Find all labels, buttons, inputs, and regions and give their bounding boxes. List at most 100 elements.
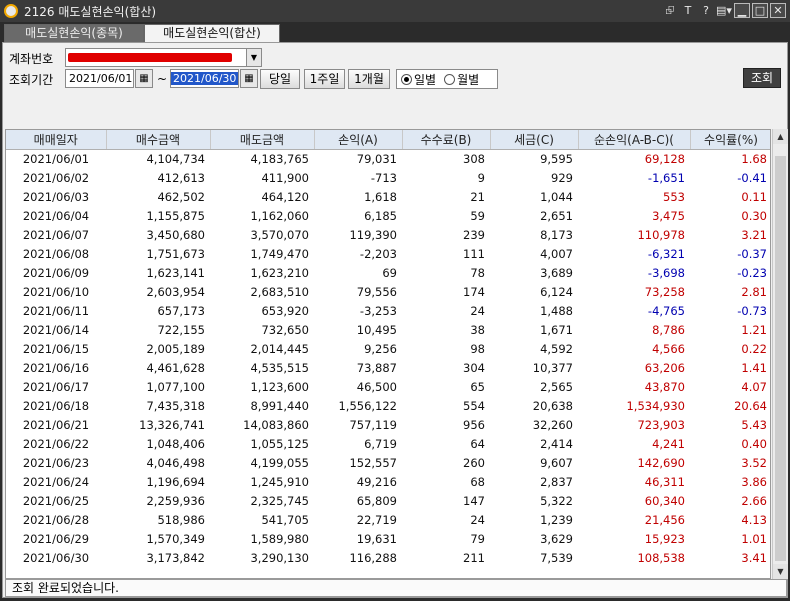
- table-row[interactable]: 2021/06/04 1,155,875 1,162,060 6,185 59 2,651…: [6, 206, 770, 225]
- date-from-input[interactable]: 2021/06/01: [65, 69, 134, 88]
- menu-icon[interactable]: ▤▾: [716, 3, 732, 18]
- scroll-down-icon[interactable]: ▼: [773, 564, 788, 579]
- column-header[interactable]: 매매일자: [6, 130, 107, 150]
- table-row[interactable]: 2021/06/01 4,104,734 4,183,765 79,031 308 9,5…: [6, 149, 770, 168]
- vertical-scrollbar[interactable]: ▲ ▼: [772, 129, 788, 579]
- column-header[interactable]: 수수료(B): [402, 130, 491, 150]
- table-cell: 541,705: [261, 512, 309, 527]
- query-button[interactable]: 조회: [743, 68, 781, 88]
- table-cell: 15,923: [644, 531, 685, 546]
- font-icon[interactable]: T: [680, 3, 696, 18]
- table-row[interactable]: 2021/06/29 1,570,349 1,589,980 19,631 79 3,62…: [6, 529, 770, 548]
- table-cell: 73,258: [644, 284, 685, 299]
- table-row[interactable]: 2021/06/21 13,326,741 14,083,860 757,119 956…: [6, 415, 770, 434]
- table-cell: -3,253: [359, 303, 397, 318]
- column-header[interactable]: 매도금액: [210, 130, 315, 150]
- table-cell: 4,046,498: [146, 455, 205, 470]
- table-cell: 4,199,055: [250, 455, 309, 470]
- table-row[interactable]: 2021/06/23 4,046,498 4,199,055 152,557 260 9,…: [6, 453, 770, 472]
- table-row[interactable]: 2021/06/11 657,173 653,920 -3,253 24 1,488 -4,…: [6, 301, 770, 320]
- one-month-button[interactable]: 1개월: [348, 69, 390, 89]
- table-row[interactable]: 2021/06/08 1,751,673 1,749,470 -2,203 111 4,0…: [6, 244, 770, 263]
- column-header[interactable]: 순손익(A-B-C)(: [578, 130, 691, 150]
- help-icon[interactable]: ?: [698, 3, 714, 18]
- table-cell: 65,809: [356, 493, 397, 508]
- table-row[interactable]: 2021/06/15 2,005,189 2,014,445 9,256 98 4,592…: [6, 339, 770, 358]
- table-cell: 69,128: [644, 151, 685, 166]
- table-row[interactable]: 2021/06/03 462,502 464,120 1,618 21 1,044 553 0…: [6, 187, 770, 206]
- table-cell: 10,495: [356, 322, 397, 337]
- column-header[interactable]: 매수금액: [106, 130, 211, 150]
- table-cell: 142,690: [637, 455, 685, 470]
- minimize-icon[interactable]: ▁: [734, 3, 750, 18]
- table-cell: 0.30: [741, 208, 767, 223]
- scroll-thumb[interactable]: [775, 156, 786, 561]
- table-cell: 2021/06/25: [22, 493, 90, 508]
- table-cell: 3,173,842: [146, 550, 205, 565]
- table-row[interactable]: 2021/06/18 7,435,318 8,991,440 1,556,122 554…: [6, 396, 770, 415]
- table-row[interactable]: 2021/06/16 4,461,628 4,535,515 73,887 304 10,…: [6, 358, 770, 377]
- table-cell: 2021/06/18: [22, 398, 90, 413]
- table-cell: 2021/06/17: [22, 379, 90, 394]
- table-cell: 4,183,765: [250, 151, 309, 166]
- table-row[interactable]: 2021/06/02 412,613 411,900 -713 9 929 -1,651 -0…: [6, 168, 770, 187]
- column-header[interactable]: 수익률(%): [690, 130, 770, 150]
- table-cell: 119,390: [349, 227, 397, 242]
- today-button[interactable]: 당일: [260, 69, 300, 89]
- account-label: 계좌번호: [9, 52, 54, 66]
- tab-bar: 매도실현손익(종목) 매도실현손익(합산): [0, 22, 790, 42]
- table-cell: 732,650: [261, 322, 309, 337]
- table-cell: 6,185: [364, 208, 397, 223]
- tab-combined[interactable]: 매도실현손익(합산): [144, 24, 280, 42]
- radio-monthly[interactable]: 월별: [444, 71, 479, 88]
- table-row[interactable]: 2021/06/10 2,603,954 2,683,510 79,556 174 6,1…: [6, 282, 770, 301]
- table-cell: 68: [470, 474, 485, 489]
- table-row[interactable]: 2021/06/17 1,077,100 1,123,600 46,500 65 2,56…: [6, 377, 770, 396]
- table-cell: 63,206: [644, 360, 685, 375]
- table-row[interactable]: 2021/06/24 1,196,694 1,245,910 49,216 68 2,83…: [6, 472, 770, 491]
- table-cell: 2021/06/28: [22, 512, 90, 527]
- table-cell: 98: [470, 341, 485, 356]
- table-row[interactable]: 2021/06/09 1,623,141 1,623,210 69 78 3,689 -3,…: [6, 263, 770, 282]
- table-cell: 49,216: [356, 474, 397, 489]
- account-field[interactable]: [65, 48, 250, 67]
- table-cell: 4.07: [741, 379, 767, 394]
- radio-daily[interactable]: 일별: [401, 71, 436, 88]
- account-dropdown-icon[interactable]: ▼: [246, 48, 262, 67]
- table-row[interactable]: 2021/06/22 1,048,406 1,055,125 6,719 64 2,414…: [6, 434, 770, 453]
- table-cell: 929: [551, 170, 573, 185]
- calendar-icon[interactable]: ▦: [135, 69, 153, 88]
- period-radio-group: 일별 월별: [396, 69, 498, 89]
- table-row[interactable]: 2021/06/25 2,259,936 2,325,745 65,809 147 5,3…: [6, 491, 770, 510]
- table-cell: 1,623,141: [146, 265, 205, 280]
- table-cell: 32,260: [532, 417, 573, 432]
- table-cell: 3,290,130: [250, 550, 309, 565]
- table-cell: 2,259,936: [146, 493, 205, 508]
- table-cell: 10,377: [532, 360, 573, 375]
- link-icon[interactable]: ⮺: [662, 3, 678, 18]
- table-cell: 116,288: [349, 550, 397, 565]
- table-cell: 7,435,318: [146, 398, 205, 413]
- table-cell: 2021/06/03: [22, 189, 90, 204]
- column-header[interactable]: 세금(C): [490, 130, 579, 150]
- calendar-icon[interactable]: ▦: [240, 69, 258, 88]
- table-cell: 956: [463, 417, 485, 432]
- table-cell: 13,326,741: [139, 417, 205, 432]
- table-cell: 78: [470, 265, 485, 280]
- close-icon[interactable]: ✕: [770, 3, 786, 18]
- table-row[interactable]: 2021/06/28 518,986 541,705 22,719 24 1,239 21,…: [6, 510, 770, 529]
- table-cell: -4,765: [647, 303, 685, 318]
- table-cell: -0.41: [737, 170, 767, 185]
- table-cell: 2021/06/24: [22, 474, 90, 489]
- column-header[interactable]: 손익(A): [314, 130, 403, 150]
- one-week-button[interactable]: 1주일: [304, 69, 345, 89]
- scroll-up-icon[interactable]: ▲: [773, 129, 788, 144]
- table-row[interactable]: 2021/06/07 3,450,680 3,570,070 119,390 239 8,…: [6, 225, 770, 244]
- table-row[interactable]: 2021/06/14 722,155 732,650 10,495 38 1,671 8,7…: [6, 320, 770, 339]
- maximize-icon[interactable]: □: [752, 3, 768, 18]
- table-row[interactable]: 2021/06/30 3,173,842 3,290,130 116,288 211 7,…: [6, 548, 770, 567]
- tab-by-stock[interactable]: 매도실현손익(종목): [4, 24, 144, 42]
- date-separator: ~: [157, 72, 168, 86]
- table-cell: 1,196,694: [146, 474, 205, 489]
- date-to-input[interactable]: 2021/06/30: [170, 69, 239, 88]
